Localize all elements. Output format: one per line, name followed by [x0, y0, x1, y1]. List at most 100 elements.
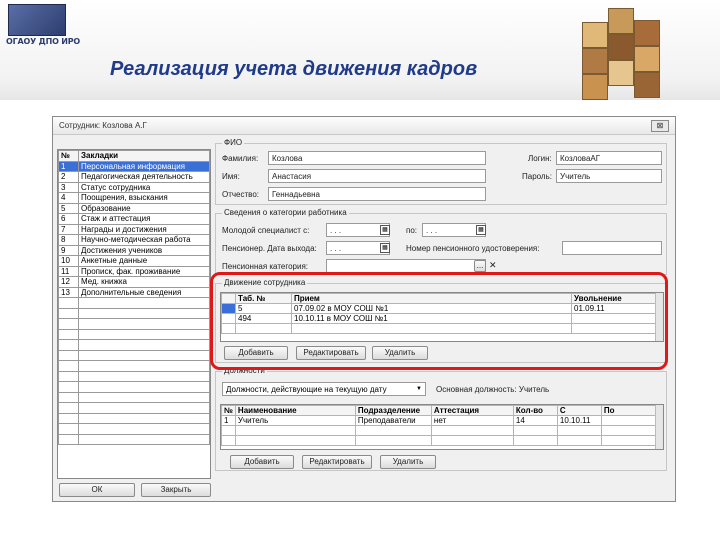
row-label: Достижения учеников — [78, 244, 210, 256]
table-row — [58, 318, 210, 330]
pension-category-field[interactable] — [326, 259, 486, 273]
positions-add-button[interactable]: Добавить — [230, 455, 294, 469]
chevron-down-icon: ▼ — [416, 386, 422, 392]
patronymic-field[interactable]: Геннадьевна — [268, 187, 486, 201]
table-row — [58, 349, 210, 361]
cell-num: 1 — [221, 415, 236, 426]
table-row[interactable]: 7 Награды и достижения — [58, 223, 210, 235]
col-header-attestation: Аттестация — [430, 405, 514, 416]
login-label: Логин: — [528, 154, 552, 163]
category-legend: Сведения о категории работника — [222, 208, 349, 217]
fio-legend: ФИО — [222, 138, 245, 147]
positions-filter-select[interactable]: Должности, действующие на текущую дату ▼ — [222, 382, 426, 396]
table-row — [58, 339, 210, 351]
col-header-bookmarks: Закладки — [78, 150, 210, 162]
row-num: 8 — [58, 234, 79, 246]
window-title: Сотрудник: Козлова А.Г — [59, 121, 147, 130]
table-row[interactable]: 13 Дополнительные сведения — [58, 286, 210, 298]
pension-cert-field[interactable] — [562, 241, 662, 255]
col-header-num: № — [221, 405, 236, 416]
table-row — [58, 360, 210, 372]
cell-department: Преподаватели — [354, 415, 432, 426]
calendar-icon[interactable]: ▦ — [476, 225, 486, 235]
table-row[interactable]: 10 Анкетные данные — [58, 255, 210, 267]
category-group: Сведения о категории работника Молодой с… — [215, 208, 667, 275]
photo-cube-icon — [572, 4, 672, 104]
cell-department — [354, 425, 432, 436]
cell-from: 10.10.11 — [556, 415, 602, 426]
password-field[interactable]: Учитель — [556, 169, 662, 183]
calendar-icon[interactable]: ▦ — [380, 243, 390, 253]
row-num: 2 — [58, 171, 79, 183]
positions-scrollbar[interactable] — [655, 405, 663, 449]
row-num: 10 — [58, 255, 79, 267]
table-row[interactable]: 1 Учитель Преподаватели нет 14 10.10.11 — [221, 415, 663, 426]
pension-category-select-button[interactable]: ... — [474, 260, 486, 272]
row-num: 9 — [58, 244, 79, 256]
table-row — [58, 370, 210, 382]
table-row — [58, 297, 210, 309]
col-header-count: Кол-во — [512, 405, 558, 416]
row-num: 4 — [58, 192, 79, 204]
table-row[interactable] — [221, 425, 663, 436]
main-position-label: Основная должность: Учитель — [436, 385, 550, 394]
col-header-from: С — [556, 405, 602, 416]
row-num: 3 — [58, 181, 79, 193]
positions-grid: № Наименование Подразделение Аттестация … — [220, 404, 664, 450]
bookmarks-table: № Закладки 1 Персональная информация 2 Пед… — [57, 149, 211, 479]
col-header-num: № — [58, 150, 79, 162]
row-label: Статус сотрудника — [78, 181, 210, 193]
close-window-button[interactable]: ⊠ — [651, 120, 669, 132]
row-num: 6 — [58, 213, 79, 225]
cell-name: Учитель — [234, 415, 356, 426]
window-titlebar: Сотрудник: Козлова А.Г ⊠ — [53, 117, 675, 135]
table-row[interactable] — [221, 435, 663, 446]
cell-num — [221, 435, 236, 446]
positions-edit-button[interactable]: Редактировать — [302, 455, 372, 469]
patronymic-label: Отчество: — [222, 190, 259, 199]
table-row[interactable]: 2 Педагогическая деятельность — [58, 171, 210, 183]
cell-to — [600, 435, 663, 446]
login-field[interactable]: КозловаАГ — [556, 151, 662, 165]
name-label: Имя: — [222, 172, 240, 181]
table-row[interactable]: 4 Поощрения, взыскания — [58, 192, 210, 204]
table-row — [58, 433, 210, 445]
positions-delete-button[interactable]: Удалить — [380, 455, 436, 469]
ok-button[interactable]: ОК — [59, 483, 135, 497]
calendar-icon[interactable]: ▦ — [380, 225, 390, 235]
cell-count: 14 — [512, 415, 558, 426]
row-label: Образование — [78, 202, 210, 214]
row-label: Поощрения, взыскания — [78, 192, 210, 204]
cell-num — [221, 425, 236, 436]
row-num: 11 — [58, 265, 79, 277]
table-row[interactable]: 11 Прописк, фак. проживание — [58, 265, 210, 277]
row-num: 7 — [58, 223, 79, 235]
col-header-department: Подразделение — [354, 405, 432, 416]
pension-cert-label: Номер пенсионного удостоверения: — [406, 244, 540, 253]
cell-to — [600, 425, 663, 436]
surname-field[interactable]: Козлова — [268, 151, 486, 165]
logo-text: ОГАОУ ДПО ИРО — [6, 37, 81, 46]
table-row — [58, 381, 210, 393]
table-row[interactable]: 12 Мед. книжка — [58, 276, 210, 288]
close-button[interactable]: Закрыть — [141, 483, 211, 497]
row-num: 13 — [58, 286, 79, 298]
table-row[interactable]: 6 Стаж и аттестация — [58, 213, 210, 225]
logo: ОГАОУ ДПО ИРО — [4, 2, 92, 50]
cell-attestation — [430, 425, 514, 436]
table-row[interactable]: 1 Персональная информация — [58, 160, 210, 172]
table-row[interactable]: 9 Достижения учеников — [58, 244, 210, 256]
young-to-label: по: — [406, 226, 418, 235]
cell-count — [512, 435, 558, 446]
table-row[interactable]: 5 Образование — [58, 202, 210, 214]
row-label: Анкетные данные — [78, 255, 210, 267]
clear-icon[interactable]: ✕ — [489, 260, 497, 271]
cell-name — [234, 435, 356, 446]
row-num: 12 — [58, 276, 79, 288]
cell-to — [600, 415, 663, 426]
cell-attestation — [430, 435, 514, 446]
table-row[interactable]: 3 Статус сотрудника — [58, 181, 210, 193]
name-field[interactable]: Анастасия — [268, 169, 486, 183]
table-row[interactable]: 8 Научно-методическая работа — [58, 234, 210, 246]
col-header-to: По — [600, 405, 663, 416]
